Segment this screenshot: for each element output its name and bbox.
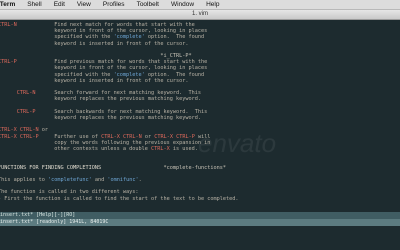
menu-edit[interactable]: Edit — [54, 1, 65, 8]
help-line: keyword replaces the previous matching k… — [0, 96, 202, 103]
help-line: - First the function is called to find t… — [0, 195, 239, 202]
help-line: keyword is inserted in front of the curs… — [0, 40, 189, 47]
menu-view[interactable]: View — [77, 1, 91, 8]
app-menu[interactable]: iTerm — [0, 1, 15, 8]
menu-profiles[interactable]: Profiles — [103, 1, 125, 8]
help-line: keyword is inserted in front of the curs… — [0, 77, 189, 84]
help-line: other contexts unless a double CTRL-X is… — [0, 146, 198, 152]
help-line: keyword replaces the previous matching k… — [0, 115, 202, 121]
window-title: 1. vim — [0, 10, 400, 20]
status-line-file: insert.txt* [readonly] 1941L, 84019C — [0, 219, 400, 226]
menu-shell[interactable]: Shell — [27, 1, 41, 8]
menu-window[interactable]: Window — [171, 1, 194, 8]
status-line-help: insert.txt* [Help][-][RO] — [0, 212, 400, 219]
command-line[interactable] — [0, 226, 400, 250]
menu-toolbelt[interactable]: Toolbelt — [137, 1, 159, 8]
menu-bar: iTerm Shell Edit View Profiles Toolbelt … — [0, 0, 400, 10]
vim-help-buffer[interactable]: CTRL-N Find next match for words that st… — [0, 20, 400, 212]
help-line: FUNCTIONS FOR FINDING COMPLETIONS *compl… — [0, 164, 226, 171]
menu-help[interactable]: Help — [206, 1, 219, 8]
help-line: This applies to 'completefunc' and 'omni… — [0, 177, 142, 183]
watermark: envato — [198, 128, 277, 158]
